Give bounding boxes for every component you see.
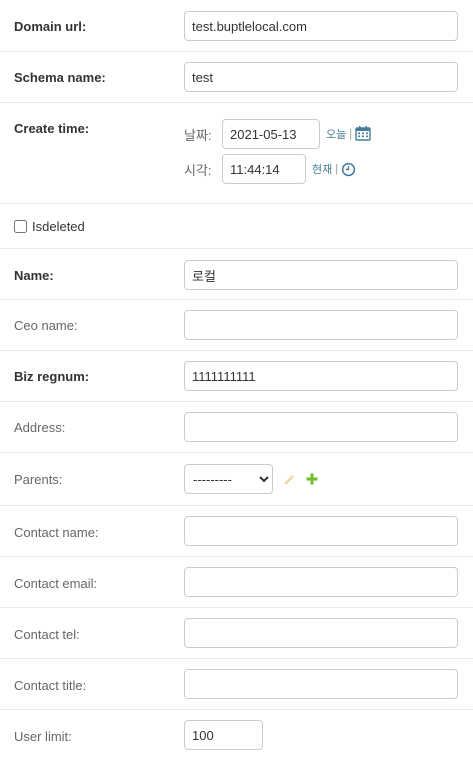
name-label: Name:	[14, 268, 54, 283]
contact-title-input[interactable]	[184, 669, 458, 699]
date-input[interactable]	[222, 119, 320, 149]
contact-tel-label: Contact tel:	[14, 627, 80, 642]
address-input[interactable]	[184, 412, 458, 442]
date-line: 날짜: 오늘 |	[184, 119, 371, 149]
calendar-icon[interactable]	[355, 125, 371, 144]
row-user-limit: User limit:	[0, 710, 473, 760]
contact-email-label: Contact email:	[14, 576, 98, 591]
contact-email-input[interactable]	[184, 567, 458, 597]
row-ceo-name: Ceo name:	[0, 300, 473, 351]
now-link[interactable]: 현재	[312, 161, 332, 177]
create-time-label: Create time:	[14, 121, 90, 136]
plus-icon[interactable]	[306, 473, 318, 488]
row-parents: Parents: ---------	[0, 453, 473, 506]
row-name: Name:	[0, 249, 473, 300]
row-contact-email: Contact email:	[0, 557, 473, 608]
biz-regnum-input[interactable]	[184, 361, 458, 391]
row-contact-tel: Contact tel:	[0, 608, 473, 659]
time-separator: |	[335, 163, 339, 175]
contact-title-label: Contact title:	[14, 678, 87, 693]
change-form: Domain url: Schema name: Create time: 날짜…	[0, 0, 473, 760]
parents-label: Parents:	[14, 472, 63, 487]
biz-regnum-label: Biz regnum:	[14, 369, 90, 384]
address-label: Address:	[14, 420, 66, 435]
row-isdeleted: Isdeleted	[0, 204, 473, 249]
time-line: 시각: 현재 |	[184, 154, 356, 184]
row-address: Address:	[0, 402, 473, 453]
schema-name-input[interactable]	[184, 62, 458, 92]
isdeleted-checkbox[interactable]	[14, 220, 27, 233]
user-limit-input[interactable]	[184, 720, 263, 750]
ceo-name-label: Ceo name:	[14, 318, 78, 333]
date-separator: |	[349, 128, 353, 140]
today-link[interactable]: 오늘	[326, 126, 346, 142]
row-contact-title: Contact title:	[0, 659, 473, 710]
clock-icon[interactable]	[341, 162, 356, 180]
date-label: 날짜:	[184, 127, 212, 143]
row-contact-name: Contact name:	[0, 506, 473, 557]
schema-name-label: Schema name:	[14, 70, 106, 85]
name-input[interactable]	[184, 260, 458, 290]
time-input[interactable]	[222, 154, 306, 184]
domain-url-input[interactable]	[184, 11, 458, 41]
ceo-name-input[interactable]	[184, 310, 458, 340]
user-limit-label: User limit:	[14, 729, 72, 744]
contact-name-input[interactable]	[184, 516, 458, 546]
contact-name-label: Contact name:	[14, 525, 99, 540]
isdeleted-label: Isdeleted	[32, 219, 85, 234]
time-label: 시각:	[184, 162, 212, 178]
parents-select[interactable]: ---------	[184, 464, 273, 494]
row-biz-regnum: Biz regnum:	[0, 351, 473, 402]
row-schema-name: Schema name:	[0, 52, 473, 103]
contact-tel-input[interactable]	[184, 618, 458, 648]
pencil-icon	[283, 473, 296, 489]
row-domain-url: Domain url:	[0, 0, 473, 52]
row-create-time: Create time: 날짜: 오늘 | 시각:	[0, 103, 473, 204]
domain-url-label: Domain url:	[14, 19, 87, 34]
